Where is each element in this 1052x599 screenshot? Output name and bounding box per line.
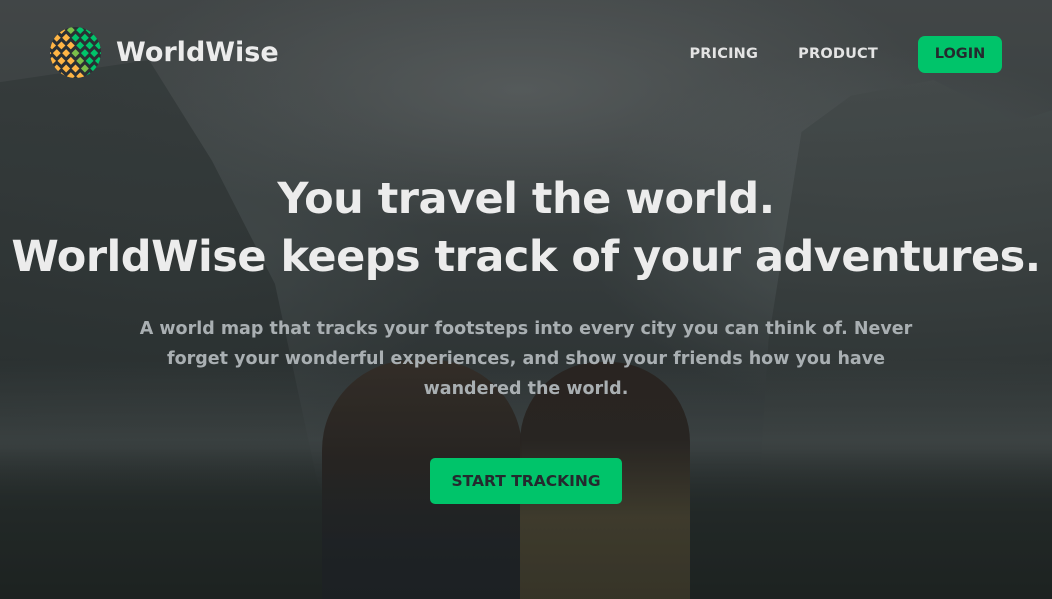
hero-subtitle: A world map that tracks your footsteps i… — [139, 319, 913, 399]
hero-title-line-1: You travel the world. — [277, 174, 775, 224]
brand-home-link[interactable]: WorldWise — [49, 26, 279, 79]
globe-grid-icon — [50, 26, 101, 78]
start-tracking-button[interactable]: START TRACKING — [430, 458, 622, 504]
hero-title-line-2: WorldWise keeps track of your adventures… — [11, 232, 1041, 282]
nav-links: PRICING PRODUCT LOGIN — [689, 35, 1002, 73]
top-navigation: WorldWise PRICING PRODUCT LOGIN — [0, 0, 1052, 110]
hero-title: You travel the world. WorldWise keeps tr… — [11, 170, 1041, 286]
nav-pricing-link[interactable]: PRICING — [689, 46, 758, 62]
hero-section: You travel the world. WorldWise keeps tr… — [0, 170, 1052, 504]
nav-product-link[interactable]: PRODUCT — [798, 46, 878, 62]
login-button[interactable]: LOGIN — [918, 35, 1002, 73]
brand-name: WorldWise — [116, 36, 279, 68]
